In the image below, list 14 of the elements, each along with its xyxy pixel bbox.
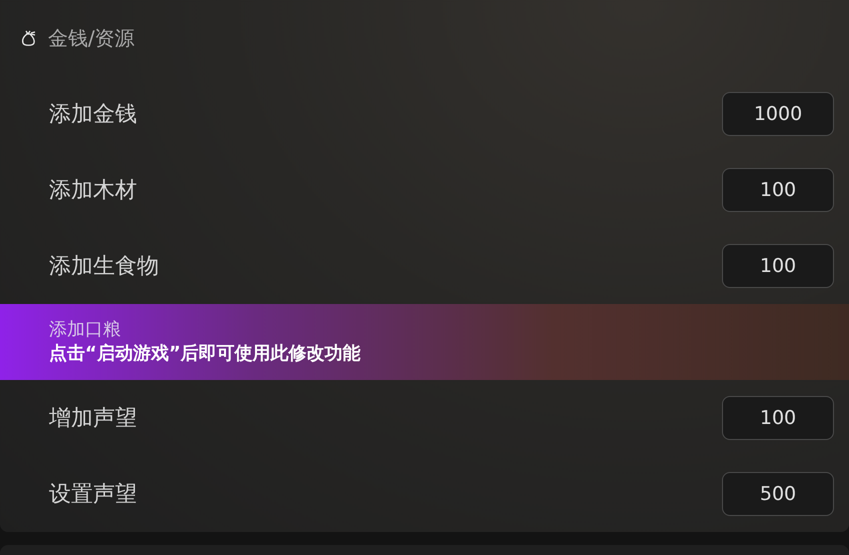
number-input[interactable]: 1000 — [722, 92, 834, 136]
number-input[interactable]: 100 — [722, 244, 834, 288]
setting-label: 添加口粮 — [49, 318, 122, 342]
setting-label: 添加生食物 — [49, 252, 159, 280]
notice-text: 点击“启动游戏”后即可使用此修改功能 — [49, 342, 362, 366]
number-input[interactable]: 500 — [722, 472, 834, 516]
setting-label: 增加声望 — [49, 404, 137, 432]
number-input[interactable]: 100 — [722, 168, 834, 212]
number-input[interactable]: 100 — [722, 396, 834, 440]
setting-label: 添加金钱 — [49, 100, 137, 128]
money-bag-icon — [20, 29, 38, 47]
section-title: 金钱/资源 — [48, 25, 135, 52]
setting-label: 设置声望 — [49, 480, 137, 508]
setting-label: 添加木材 — [49, 176, 137, 204]
